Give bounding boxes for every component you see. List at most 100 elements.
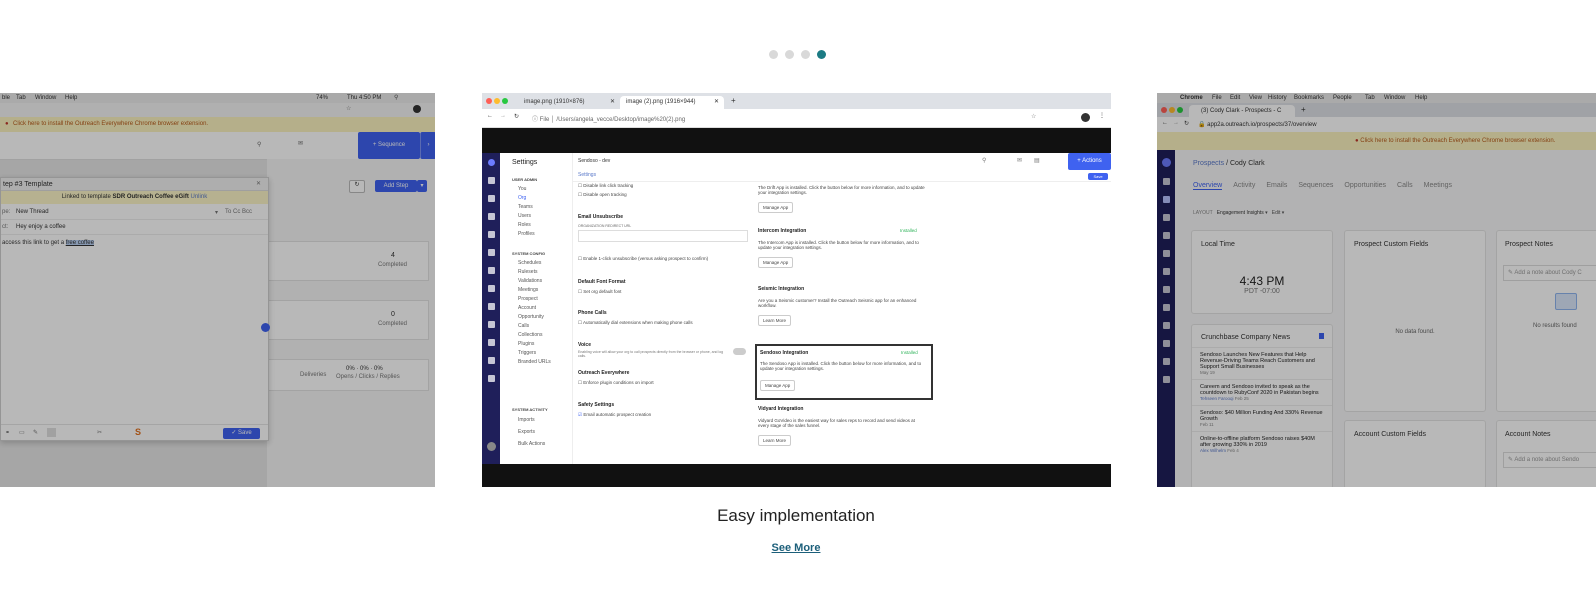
step-card[interactable]: 0 Completed	[267, 300, 429, 340]
body-link[interactable]: free coffee	[65, 240, 94, 246]
menubar-item[interactable]: Chrome	[1180, 95, 1203, 101]
setting-checkbox[interactable]: ☐ Automatically dial extensions when mak…	[578, 320, 748, 329]
menubar-item[interactable]: Edit	[1230, 95, 1240, 101]
carousel-dot-4[interactable]	[817, 50, 826, 59]
setting-checkbox[interactable]: ☐ Disable open tracking	[578, 192, 748, 201]
minimize-window-icon[interactable]	[1169, 107, 1175, 113]
tab-calls[interactable]: Calls	[1397, 182, 1413, 190]
breadcrumb-parent[interactable]: Prospects	[1193, 160, 1224, 167]
subject-row[interactable]: ct: Hey enjoy a coffee	[1, 220, 268, 235]
menubar-item[interactable]: Window	[1384, 95, 1405, 101]
edit-button[interactable]: Edit	[1272, 210, 1281, 216]
browser-tab-active[interactable]: image (2).png (1916×944) ✕	[620, 96, 724, 109]
layout-select[interactable]: Engagement Insights	[1217, 210, 1264, 216]
forward-icon[interactable]: →	[1173, 120, 1179, 126]
tab-meetings[interactable]: Meetings	[1424, 182, 1452, 190]
dollar-icon[interactable]	[1162, 232, 1170, 239]
extension-banner[interactable]: ● Click here to install the Outreach Eve…	[0, 117, 435, 133]
mail-icon[interactable]: ✉	[298, 140, 303, 147]
tasks-icon[interactable]	[487, 285, 495, 292]
menubar-item[interactable]: File	[1212, 95, 1222, 101]
manage-app-button[interactable]: Manage App	[760, 380, 796, 391]
close-tab-icon[interactable]: ✕	[714, 96, 719, 109]
refresh-icon[interactable]: ↻	[349, 180, 365, 193]
tab-opportunities[interactable]: Opportunities	[1344, 182, 1386, 190]
menubar-item[interactable]: People	[1333, 95, 1352, 101]
star-icon[interactable]: ☆	[1031, 113, 1036, 120]
tab-sequences[interactable]: Sequences	[1298, 182, 1333, 190]
news-item[interactable]: Online-to-offline platform Sendoso raise…	[1192, 431, 1332, 457]
drag-handle[interactable]	[261, 323, 270, 332]
outreach-logo-icon[interactable]	[1161, 158, 1171, 167]
back-icon[interactable]: ←	[1162, 120, 1168, 126]
sequences-icon[interactable]	[1162, 268, 1170, 275]
menubar-item[interactable]: View	[1249, 95, 1262, 101]
add-step-menu-button[interactable]: ▾	[417, 180, 427, 192]
sequences-icon[interactable]	[487, 267, 495, 274]
avatar[interactable]	[413, 105, 421, 113]
star-icon[interactable]: ☆	[346, 105, 351, 112]
slide-left-screenshot[interactable]: ble Tab Window Help 74% Thu 4:50 PM ⚲ ☆ …	[0, 93, 435, 487]
tab-activity[interactable]: Activity	[1233, 182, 1255, 190]
new-tab-icon[interactable]: +	[1301, 105, 1306, 114]
save-button[interactable]: ✓ Save	[223, 428, 260, 439]
news-item[interactable]: Sendoso: $40 Million Funding And 330% Re…	[1192, 405, 1332, 431]
nav-item[interactable]: Opportunity	[518, 313, 551, 322]
redirect-url-input[interactable]	[578, 230, 748, 242]
subject-input[interactable]: Hey enjoy a coffee	[16, 224, 66, 230]
note-input[interactable]: ✎ Add a note about Sendo	[1503, 452, 1596, 468]
new-tab-icon[interactable]: +	[731, 96, 736, 105]
browser-tab[interactable]: image.png (1910×876) ✕	[518, 96, 618, 109]
banner-text[interactable]: Click here to install the Outreach Every…	[13, 121, 208, 127]
reports-icon[interactable]	[1162, 376, 1170, 383]
nav-item[interactable]: Profiles	[518, 230, 535, 239]
image-icon[interactable]: ▭	[19, 429, 25, 436]
voice-toggle[interactable]	[733, 348, 746, 355]
carousel-dot-2[interactable]	[785, 50, 794, 59]
recipient-toggles[interactable]: To Cc Bcc	[225, 209, 252, 215]
close-window-icon[interactable]	[486, 98, 492, 104]
link-icon[interactable]: ⚭	[5, 429, 10, 436]
nav-item[interactable]: Exports	[518, 428, 545, 440]
slide-right-screenshot[interactable]: Chrome File Edit View History Bookmarks …	[1157, 93, 1596, 487]
setting-checkbox[interactable]: ☐ Set org default font	[578, 289, 748, 298]
manage-app-button[interactable]: Manage App	[758, 202, 794, 213]
nav-item[interactable]: Triggers	[518, 349, 551, 358]
note-input[interactable]: ✎ Add a note about Cody C	[1503, 265, 1596, 281]
nav-item[interactable]: You	[518, 185, 535, 194]
add-sequence-button[interactable]: + Sequence	[358, 132, 420, 159]
save-button[interactable]: Save	[1088, 173, 1108, 180]
close-icon[interactable]: ✕	[256, 180, 261, 187]
sendoso-logo-icon[interactable]: S	[135, 427, 141, 437]
nav-item[interactable]: Schedules	[518, 259, 551, 268]
news-author[interactable]: Tehseen Farooqi	[1200, 396, 1234, 401]
dollar-icon[interactable]	[487, 231, 495, 238]
url-field[interactable]: 🔒 app2a.outreach.io/prospects/37/overvie…	[1198, 121, 1317, 128]
minimize-window-icon[interactable]	[494, 98, 500, 104]
phone-icon[interactable]	[487, 303, 495, 310]
nav-item[interactable]: Rulesets	[518, 268, 551, 277]
mail-icon[interactable]: ✉	[1017, 157, 1022, 164]
tools-icon[interactable]	[487, 357, 495, 364]
nav-item[interactable]: Prospect	[518, 295, 551, 304]
inbox-icon[interactable]	[1162, 250, 1170, 257]
more-icon[interactable]: ⋮	[1099, 112, 1105, 119]
news-item[interactable]: Careem and Sendoso invited to speak as t…	[1192, 379, 1332, 405]
nav-item[interactable]: Teams	[518, 203, 535, 212]
carousel-dot-1[interactable]	[769, 50, 778, 59]
people-icon[interactable]	[487, 195, 495, 202]
nav-item[interactable]: Meetings	[518, 286, 551, 295]
nav-item[interactable]: Plugins	[518, 340, 551, 349]
menubar-item[interactable]: Tab	[1365, 95, 1375, 101]
setting-checkbox[interactable]: ☐ Disable link click tracking	[578, 183, 748, 192]
add-step-button[interactable]: Add Step	[375, 180, 417, 192]
extension-banner[interactable]: ● Click here to install the Outreach Eve…	[1157, 132, 1596, 151]
back-icon[interactable]: ←	[487, 113, 493, 119]
home-icon[interactable]	[487, 177, 495, 184]
templates-icon[interactable]	[487, 339, 495, 346]
tab-emails[interactable]: Emails	[1266, 182, 1287, 190]
tools-icon[interactable]	[1162, 358, 1170, 365]
see-more-link[interactable]: See More	[772, 542, 821, 554]
templates-icon[interactable]	[1162, 340, 1170, 347]
browser-tab-active[interactable]: (3) Cody Clark - Prospects - C	[1189, 105, 1295, 117]
